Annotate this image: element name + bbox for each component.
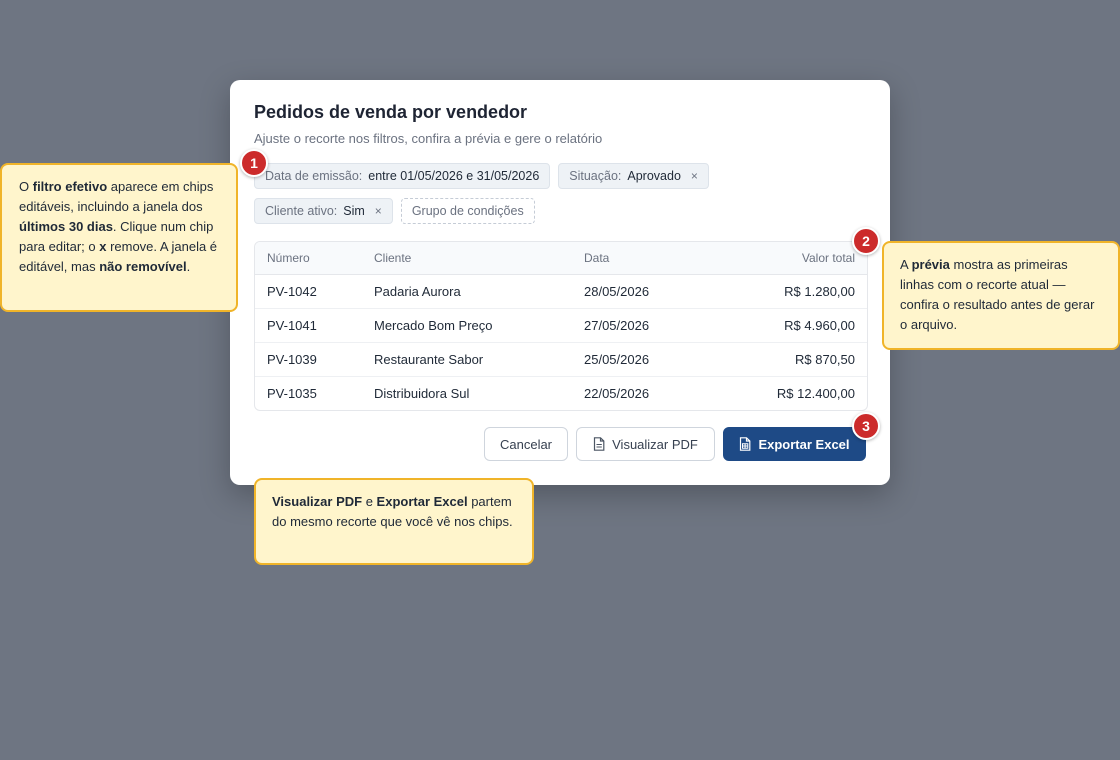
- export-excel-label: Exportar Excel: [758, 436, 850, 452]
- callout-export: Visualizar PDF e Exportar Excel partem d…: [254, 478, 534, 565]
- chip-key: Situação:: [569, 169, 622, 183]
- chip-value: Aprovado: [627, 169, 681, 183]
- cell-date: 25/05/2026: [572, 342, 706, 377]
- chip-active-client[interactable]: Cliente ativo: Sim ×: [254, 198, 393, 224]
- callout-text: e: [362, 494, 377, 509]
- callout-emphasis: não removível: [99, 259, 187, 274]
- callout-text: A: [900, 257, 912, 272]
- column-header: Cliente: [362, 242, 572, 275]
- table-header-row: Número Cliente Data Valor total: [255, 242, 867, 275]
- step-badge-3: 3: [852, 412, 880, 440]
- cell-total: R$ 870,50: [706, 342, 867, 377]
- cell-date: 22/05/2026: [584, 386, 650, 401]
- cancel-button-label: Cancelar: [499, 436, 553, 452]
- cell-client: Restaurante Sabor: [362, 342, 572, 377]
- cell-number: PV-1042: [255, 274, 362, 309]
- preview-pdf-label: Visualizar PDF: [612, 436, 698, 452]
- cell-client: Padaria Aurora: [362, 274, 572, 309]
- remove-chip-icon[interactable]: ×: [691, 169, 698, 183]
- filter-chips: Data de emissão: entre 01/05/2026 e 31/0…: [254, 163, 874, 233]
- callout-emphasis: últimos 30 dias: [19, 219, 113, 234]
- chip-key: Cliente ativo:: [265, 204, 338, 218]
- callout-text: .: [186, 259, 191, 274]
- cell-total: R$ 1.280,00: [706, 274, 867, 309]
- preview-table: Número Cliente Data Valor total PV-1042 …: [254, 241, 868, 411]
- chip-value: entre 01/05/2026 e 31/05/2026: [368, 169, 540, 183]
- cell-number: PV-1041: [255, 308, 362, 343]
- callout-text: O: [19, 179, 33, 194]
- cell-client: Mercado Bom Preço: [362, 308, 572, 343]
- table-row: PV-1035 Distribuidora Sul 22/05/2026 R$ …: [255, 377, 867, 411]
- chip-date-range[interactable]: Data de emissão: entre 01/05/2026 e 31/0…: [254, 163, 551, 189]
- file-icon: [594, 437, 605, 451]
- column-header: Número: [255, 242, 362, 275]
- cell-client: Distribuidora Sul: [374, 386, 470, 401]
- chip-key: Data de emissão:: [265, 169, 363, 183]
- callout-emphasis: prévia: [911, 257, 950, 272]
- export-excel-button[interactable]: Exportar Excel: [723, 427, 866, 461]
- table-row: PV-1039 Restaurante Sabor 25/05/2026 R$ …: [255, 342, 867, 377]
- dialog-title: Pedidos de venda por vendedor: [254, 102, 528, 122]
- step-badge-2: 2: [852, 227, 880, 255]
- chip-status[interactable]: Situação: Aprovado ×: [558, 163, 709, 189]
- column-header: Valor total: [706, 242, 867, 275]
- step-badge-1: 1: [240, 149, 268, 177]
- cell-number: PV-1039: [255, 342, 362, 377]
- callout-emphasis: filtro efetivo: [32, 179, 108, 194]
- callout-emphasis: Visualizar PDF: [272, 494, 363, 509]
- cell-date: 28/05/2026: [572, 274, 706, 309]
- spreadsheet-icon: [740, 437, 751, 451]
- table-row: PV-1041 Mercado Bom Preço 27/05/2026 R$ …: [255, 308, 867, 343]
- remove-chip-icon[interactable]: ×: [375, 204, 382, 218]
- preview-pdf-button[interactable]: Visualizar PDF: [576, 427, 715, 461]
- cell-number: PV-1035: [267, 386, 317, 401]
- table-row: PV-1042 Padaria Aurora 28/05/2026 R$ 1.2…: [255, 274, 867, 309]
- callout-preview: A prévia mostra as primeiras linhas com …: [882, 241, 1120, 350]
- cancel-button[interactable]: Cancelar: [484, 427, 568, 461]
- cell-total: R$ 12.400,00: [776, 386, 855, 401]
- column-header: Data: [572, 242, 706, 275]
- add-condition-group-chip[interactable]: Grupo de condições: [400, 198, 535, 224]
- cell-date: 27/05/2026: [572, 308, 706, 343]
- chip-value: Sim: [343, 204, 365, 218]
- callout-emphasis: Exportar Excel: [376, 494, 468, 509]
- cell-total: R$ 4.960,00: [706, 308, 867, 343]
- export-dialog: Pedidos de venda por vendedor Ajuste o r…: [230, 80, 890, 485]
- dialog-subtitle: Ajuste o recorte nos filtros, confira a …: [254, 131, 603, 146]
- callout-filters: O filtro efetivo aparece em chips editáv…: [0, 163, 238, 312]
